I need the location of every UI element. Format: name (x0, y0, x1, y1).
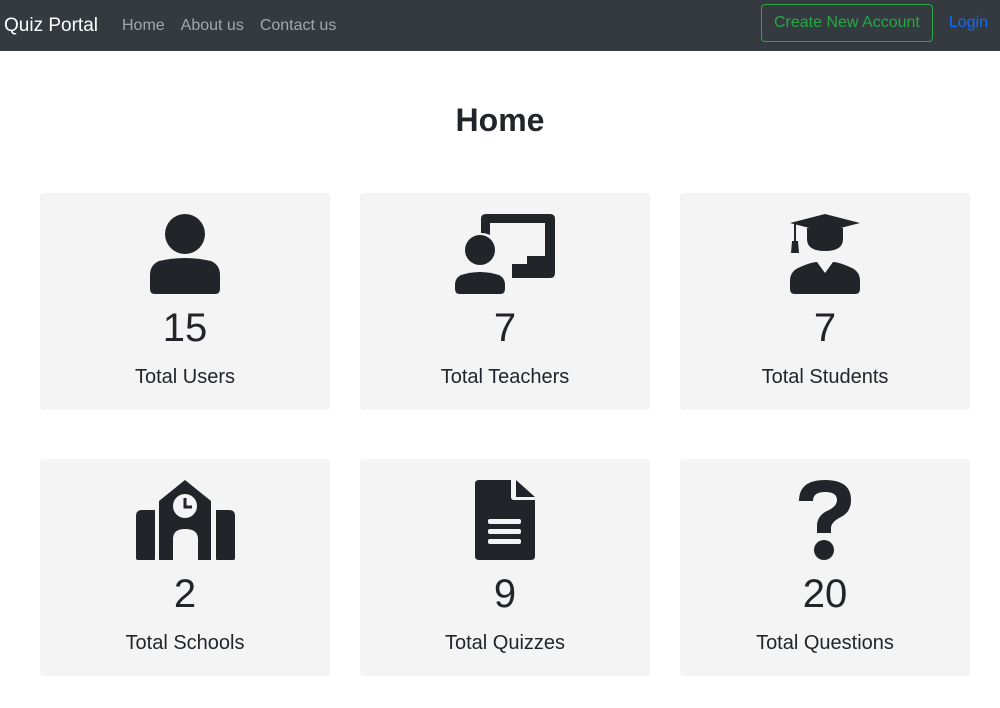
nav-link-home[interactable]: Home (114, 17, 173, 35)
stat-count: 7 (493, 306, 517, 350)
brand-link[interactable]: Quiz Portal (4, 15, 98, 37)
stats-grid: 15 Total Users 7 Total Teachers 7 Total (40, 193, 970, 676)
stat-card-teachers: 7 Total Teachers (360, 193, 650, 410)
nav-right: Create New Account Login (760, 4, 988, 42)
stat-count: 9 (493, 572, 517, 616)
stat-count: 20 (802, 572, 848, 616)
nav-links: Home About us Contact us (114, 17, 344, 35)
nav-link-contact[interactable]: Contact us (252, 17, 344, 35)
stat-card-questions: 20 Total Questions (680, 459, 970, 676)
stat-count: 15 (162, 306, 208, 350)
stat-label: Total Quizzes (444, 632, 566, 654)
top-navbar: Quiz Portal Home About us Contact us Cre… (0, 0, 1000, 51)
create-account-button[interactable]: Create New Account (760, 4, 933, 42)
graduate-icon (680, 211, 970, 295)
stat-card-students: 7 Total Students (680, 193, 970, 410)
stat-count: 7 (813, 306, 837, 350)
stat-card-schools: 2 Total Schools (40, 459, 330, 676)
school-icon (40, 477, 330, 561)
login-link[interactable]: Login (949, 14, 988, 32)
user-icon (40, 211, 330, 295)
nav-link-about[interactable]: About us (173, 17, 252, 35)
stat-label: Total Users (134, 366, 236, 388)
teacher-icon (360, 211, 650, 295)
stat-label: Total Schools (125, 632, 245, 654)
stat-label: Total Questions (756, 632, 894, 654)
stat-card-users: 15 Total Users (40, 193, 330, 410)
stat-label: Total Teachers (440, 366, 570, 388)
question-icon (680, 477, 970, 561)
document-icon (360, 477, 650, 561)
stat-card-quizzes: 9 Total Quizzes (360, 459, 650, 676)
page-title: Home (455, 102, 545, 138)
stat-count: 2 (173, 572, 197, 616)
stat-label: Total Students (761, 366, 889, 388)
